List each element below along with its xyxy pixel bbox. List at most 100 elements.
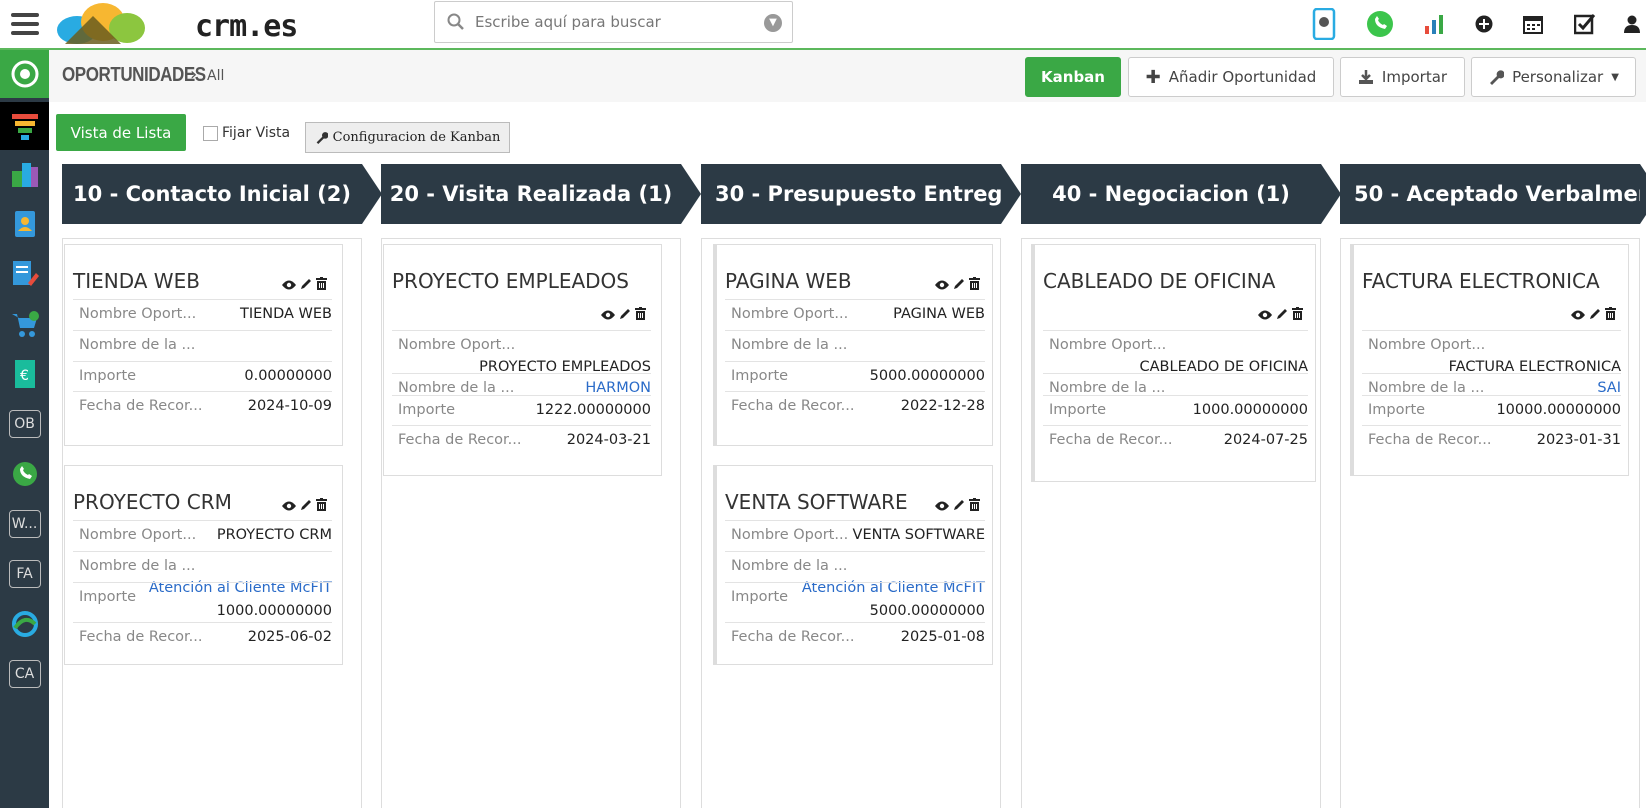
caret-down-icon: ▼ (1611, 71, 1619, 83)
breadcrumb-filter[interactable]: All (207, 68, 224, 84)
card-actions (282, 496, 327, 515)
delete-trash-icon[interactable] (635, 305, 646, 324)
mobile-app-icon[interactable] (1308, 8, 1340, 40)
search-dropdown-icon[interactable]: ▼ (764, 14, 782, 32)
view-eye-icon[interactable] (1258, 305, 1272, 324)
view-eye-icon[interactable] (935, 275, 949, 294)
search-input[interactable] (475, 8, 765, 36)
edit-pencil-icon[interactable] (953, 496, 965, 515)
field-label: Nombre de la ... (79, 337, 196, 353)
pin-view-checkbox[interactable] (203, 125, 218, 141)
edit-pencil-icon[interactable] (619, 305, 631, 324)
field-label: Nombre Oport... (1368, 337, 1486, 353)
sidebar-item-contacts[interactable] (0, 200, 49, 248)
delete-trash-icon[interactable] (316, 275, 327, 294)
sidebar-item-opportunities[interactable] (0, 102, 49, 150)
field-value: 2023-01-31 (1536, 432, 1621, 448)
pin-view-toggle[interactable]: Fijar Vista (203, 125, 290, 141)
sidebar-item-invoices[interactable]: € (0, 350, 49, 398)
sidebar-item-fa[interactable]: FA (0, 550, 49, 598)
search-box[interactable]: ▼ (434, 1, 793, 43)
column-header[interactable]: 50 - Aceptado Verbalmente (1340, 164, 1646, 224)
card-title[interactable]: TIENDA WEB (73, 269, 200, 293)
sidebar-item-orders[interactable] (0, 300, 49, 348)
document-edit-icon (12, 261, 39, 286)
card-field-row: Nombre de la ... Atención al Cliente McFI… (73, 551, 332, 596)
funnel-icon (11, 114, 38, 140)
page-title[interactable]: OPORTUNIDADES (62, 64, 206, 87)
opportunity-card[interactable]: FACTURA ELECTRONICA Nombre Oport... FACTUR… (1350, 244, 1629, 476)
whatsapp-icon[interactable] (1364, 8, 1396, 40)
card-field-row: Fecha de Recor... 2025-01-08 (725, 622, 985, 654)
kanban-button[interactable]: Kanban (1025, 57, 1121, 97)
column-header[interactable]: 10 - Contacto Inicial (2) (62, 164, 384, 224)
list-view-button[interactable]: Vista de Lista (56, 114, 186, 151)
field-value: 0.00000000 (244, 368, 332, 384)
kanban-config-button[interactable]: Configuracion de Kanban (305, 122, 510, 153)
field-label: Importe (79, 589, 137, 605)
opportunity-card[interactable]: VENTA SOFTWARE Nombre Oport... VENTA SOFTW… (713, 465, 993, 665)
sidebar-item-sync[interactable] (0, 600, 49, 648)
logo-text: crm.es (195, 9, 298, 44)
delete-trash-icon[interactable] (316, 496, 327, 515)
customize-button[interactable]: Personalizar ▼ (1471, 57, 1636, 97)
card-title[interactable]: PAGINA WEB (725, 269, 852, 293)
card-field-row: Importe 0.00000000 (73, 361, 332, 393)
delete-trash-icon[interactable] (1605, 305, 1616, 324)
stats-chart-icon[interactable] (1421, 8, 1449, 40)
tasks-check-icon[interactable] (1572, 8, 1598, 40)
card-title[interactable]: VENTA SOFTWARE (725, 490, 908, 514)
card-title[interactable]: PROYECTO EMPLEADOS (392, 269, 629, 293)
column-header[interactable]: 40 - Negociacion (1) (1021, 164, 1343, 224)
column-header[interactable]: 20 - Visita Realizada (1) (381, 164, 703, 224)
import-button[interactable]: Importar (1340, 57, 1465, 97)
delete-trash-icon[interactable] (969, 496, 980, 515)
edit-pencil-icon[interactable] (300, 275, 312, 294)
view-eye-icon[interactable] (282, 275, 296, 294)
view-eye-icon[interactable] (282, 496, 296, 515)
opportunity-card[interactable]: PROYECTO EMPLEADOS Nombre Oport... PROYECT… (383, 244, 662, 476)
card-field-row: Nombre de la ... (73, 330, 332, 362)
sidebar-item-w[interactable]: W... (0, 500, 49, 548)
edit-pencil-icon[interactable] (953, 275, 965, 294)
delete-trash-icon[interactable] (969, 275, 980, 294)
card-title[interactable]: CABLEADO DE OFICINA (1043, 269, 1275, 293)
view-eye-icon[interactable] (601, 305, 615, 324)
field-label: Nombre de la ... (731, 337, 848, 353)
delete-trash-icon[interactable] (1292, 305, 1303, 324)
field-value: TIENDA WEB (239, 306, 332, 322)
view-eye-icon[interactable] (1571, 305, 1585, 324)
opportunity-card[interactable]: TIENDA WEB Nombre Oport... TIENDA WEB Nombr… (64, 244, 343, 446)
opportunity-card[interactable]: CABLEADO DE OFICINA Nombre Oport... CABLEA… (1031, 244, 1316, 482)
sidebar-item-whatsapp[interactable] (0, 450, 49, 498)
add-circle-icon[interactable] (1472, 8, 1496, 40)
field-label: Fecha de Recor... (1368, 432, 1492, 448)
view-eye-icon[interactable] (935, 496, 949, 515)
wrench-icon (316, 132, 328, 144)
field-label: Nombre Oport... (398, 337, 516, 353)
edit-pencil-icon[interactable] (1589, 305, 1601, 324)
user-icon[interactable] (1622, 8, 1642, 40)
card-title[interactable]: PROYECTO CRM (73, 490, 232, 514)
sidebar-item-companies[interactable] (0, 150, 49, 198)
column-title: 30 - Presupuesto Entregado (715, 182, 1001, 206)
card-field-row: Fecha de Recor... 2024-10-09 (73, 391, 332, 423)
sidebar-item-ca[interactable]: CA (0, 650, 49, 698)
field-value[interactable]: HARMON (585, 380, 651, 396)
sidebar-item-quotes[interactable] (0, 250, 49, 298)
opportunity-card[interactable]: PROYECTO CRM Nombre Oport... PROYECTO CRM N… (64, 465, 343, 665)
sidebar-item-home[interactable] (0, 50, 49, 98)
card-title[interactable]: FACTURA ELECTRONICA (1362, 269, 1600, 293)
card-field-row: Importe 1000.00000000 (1043, 395, 1308, 427)
column-header[interactable]: 30 - Presupuesto Entregado (701, 164, 1023, 224)
edit-pencil-icon[interactable] (300, 496, 312, 515)
opportunity-card[interactable]: PAGINA WEB Nombre Oport... PAGINA WEB Nombr… (713, 244, 993, 446)
hamburger-menu-icon[interactable] (0, 0, 49, 48)
edit-pencil-icon[interactable] (1276, 305, 1288, 324)
sidebar-item-ob[interactable]: OB (0, 400, 49, 448)
calendar-icon[interactable] (1520, 8, 1546, 40)
logo-cloud-icon (57, 3, 145, 44)
field-value[interactable]: SAI (1597, 380, 1621, 396)
logo[interactable]: crm.es (55, 2, 298, 46)
add-opportunity-button[interactable]: ✚ Añadir Oportunidad (1128, 57, 1334, 97)
